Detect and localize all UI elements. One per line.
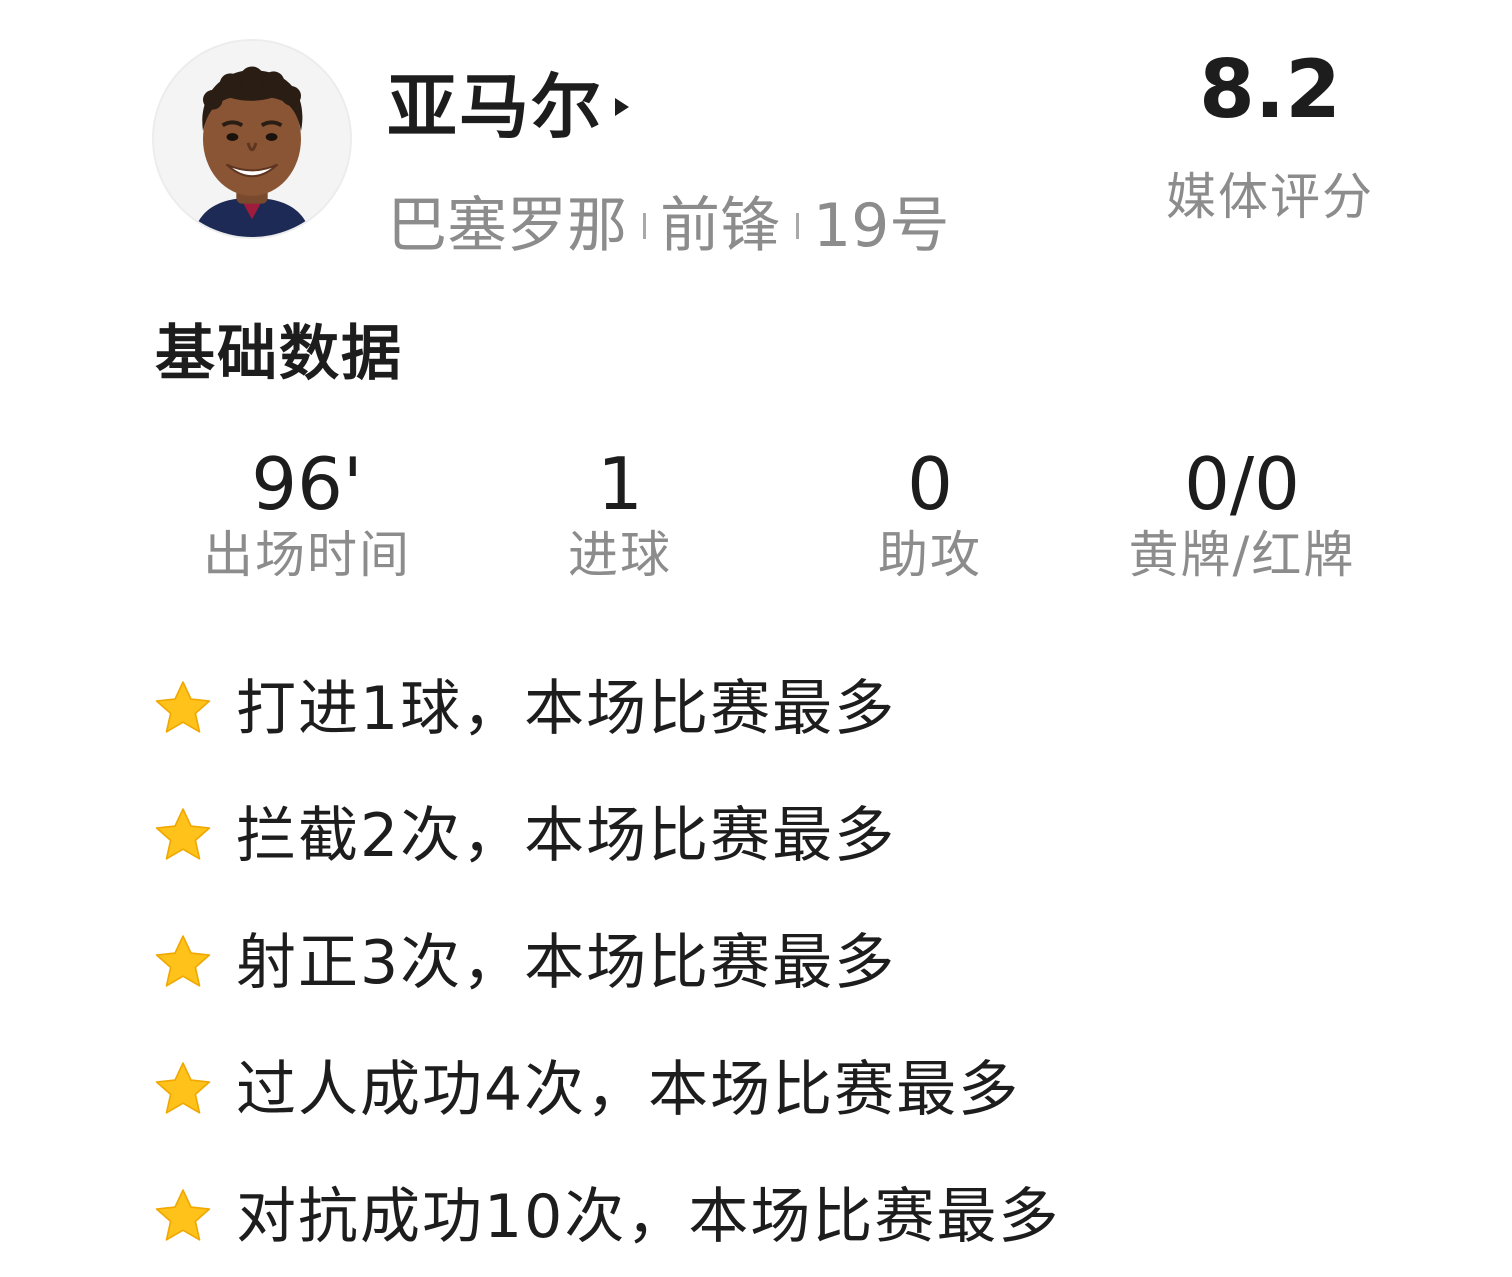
highlight-text: 射正3次，本场比赛最多 — [236, 927, 897, 998]
stat-label: 助攻 — [878, 526, 982, 584]
stat-cards: 0/0 黄牌/红牌 — [1092, 448, 1392, 580]
stat-minutes: 96' 出场时间 — [157, 448, 457, 580]
media-rating-label: 媒体评分 — [1166, 168, 1374, 226]
stat-label: 出场时间 — [203, 526, 411, 584]
player-stats-card: 亚马尔 巴塞罗那 前锋 19号 8.2 媒体评分 基础数据 96' 出场时间 1… — [0, 0, 1512, 1277]
highlight-text: 打进1球，本场比赛最多 — [236, 673, 897, 744]
player-meta: 巴塞罗那 前锋 19号 — [387, 188, 949, 264]
stat-value: 0 — [907, 442, 953, 526]
star-icon — [155, 807, 211, 860]
player-position: 前锋 — [660, 191, 780, 261]
highlight-text: 对抗成功10次，本场比赛最多 — [236, 1181, 1061, 1252]
stat-label: 进球 — [568, 526, 672, 584]
meta-divider — [796, 213, 799, 239]
highlight-text: 拦截2次，本场比赛最多 — [236, 800, 897, 871]
stat-value: 0/0 — [1184, 442, 1300, 526]
meta-divider — [643, 213, 646, 239]
caret-right-icon — [615, 98, 629, 116]
star-icon — [155, 1061, 211, 1114]
highlight-item: 拦截2次，本场比赛最多 — [150, 772, 1060, 899]
media-rating-value: 8.2 — [1199, 43, 1341, 136]
player-portrait-icon — [154, 41, 350, 237]
star-icon — [155, 680, 211, 733]
star-icon — [155, 934, 211, 987]
stat-label: 黄牌/红牌 — [1128, 526, 1356, 584]
player-team: 巴塞罗那 — [387, 191, 627, 261]
section-title: 基础数据 — [155, 319, 403, 389]
stat-value: 1 — [597, 442, 643, 526]
highlight-item: 射正3次，本场比赛最多 — [150, 899, 1060, 1026]
highlight-item: 对抗成功10次，本场比赛最多 — [150, 1153, 1060, 1277]
player-name: 亚马尔 — [387, 66, 603, 148]
player-avatar[interactable] — [152, 39, 352, 239]
highlight-item: 打进1球，本场比赛最多 — [150, 645, 1060, 772]
highlight-item: 过人成功4次，本场比赛最多 — [150, 1026, 1060, 1153]
player-number: 19号 — [813, 191, 950, 261]
player-name-link[interactable]: 亚马尔 — [387, 62, 629, 152]
highlight-text: 过人成功4次，本场比赛最多 — [236, 1054, 1021, 1125]
highlights-list: 打进1球，本场比赛最多 拦截2次，本场比赛最多 射正3次，本场比赛最多 过人成功… — [150, 645, 1060, 1277]
stat-goals: 1 进球 — [470, 448, 770, 580]
stat-value: 96' — [251, 442, 363, 526]
stat-assists: 0 助攻 — [780, 448, 1080, 580]
star-icon — [155, 1188, 211, 1241]
